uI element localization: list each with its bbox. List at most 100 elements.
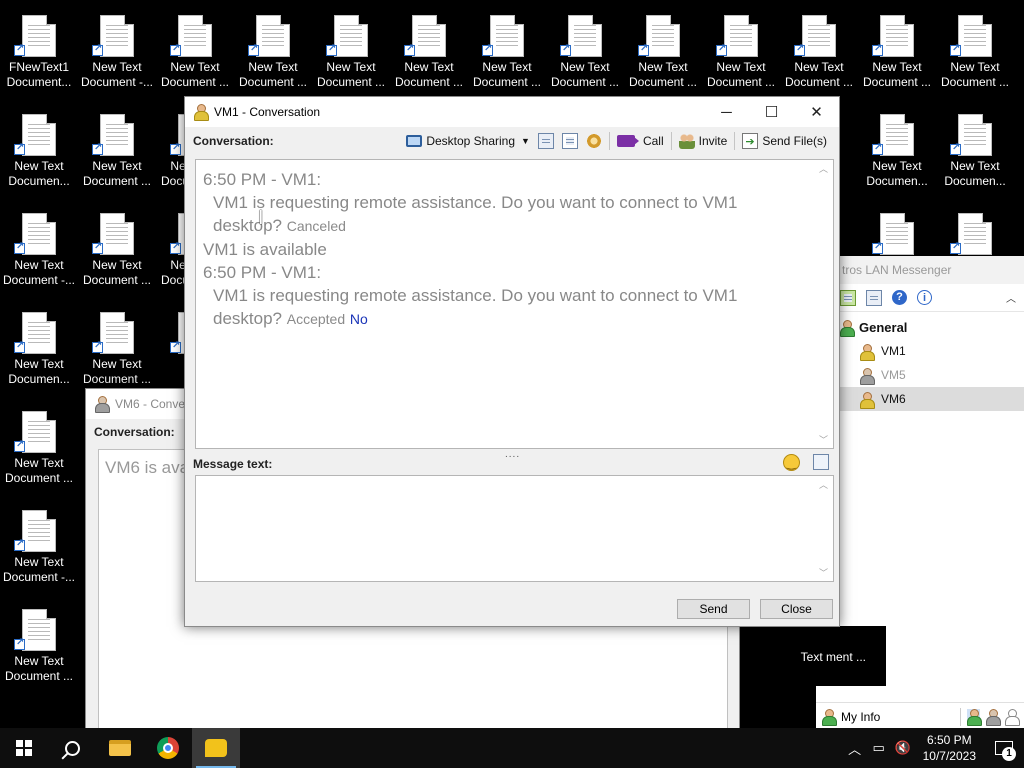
desktop-icon-text-document[interactable]: New Text Document ... (702, 5, 780, 101)
desktop-icon-label: New Text Document ... (4, 654, 74, 683)
contact-group-general[interactable]: General (816, 312, 1024, 337)
contact-vm6[interactable]: VM6 (816, 387, 1024, 411)
shortcut-arrow-icon (14, 538, 25, 551)
desktop-icon-text-document[interactable]: New Text Document -... (0, 203, 78, 299)
add-contact-icon[interactable] (840, 289, 856, 306)
volume-muted-icon[interactable]: 🔇 (891, 740, 915, 756)
start-button[interactable] (0, 728, 48, 768)
minimize-button[interactable]: ─ (704, 97, 749, 127)
close-window-button[interactable]: ✕ (794, 97, 839, 127)
contact-name: VM6 (881, 392, 906, 406)
desktop-sharing-button[interactable]: Desktop Sharing ▼ (402, 130, 534, 152)
contact-vm5[interactable]: VM5 (816, 363, 1024, 387)
desktop-icon-text-document[interactable]: New Text Document ... (234, 5, 312, 101)
smiley-icon[interactable] (783, 454, 800, 471)
contact-online-icon (860, 391, 875, 409)
contact-vm1[interactable]: VM1 (816, 339, 1024, 363)
send-button[interactable]: Send (677, 599, 750, 619)
desktop-icon-text-document[interactable]: New Text Documen... (936, 104, 1014, 200)
status-busy-icon[interactable] (986, 709, 1001, 726)
desktop-icon-text-document[interactable]: New Text Document ... (312, 5, 390, 101)
desktop-icon-text-document[interactable]: FNewText1 Document... (0, 5, 78, 101)
my-info-button[interactable]: My Info (841, 710, 880, 724)
message-input[interactable]: ︿ ﹀ (195, 475, 834, 582)
partial-icon-label: Text ment ... (800, 650, 866, 664)
desktop-icon-text-document[interactable]: New Text Document ... (780, 5, 858, 101)
conversation-label: Conversation: (193, 134, 274, 148)
no-link[interactable]: No (350, 311, 368, 327)
invite-button[interactable]: Invite (675, 130, 732, 152)
notifications-button[interactable]: 1 (984, 728, 1024, 768)
network-icon[interactable]: ▭ (867, 740, 891, 756)
vm1-conversation-window[interactable]: VM1 - Conversation ─ ☐ ✕ Conversation: D… (184, 96, 840, 627)
desktop-icon-text-document[interactable]: New Text Document -... (78, 5, 156, 101)
search-button[interactable] (48, 728, 96, 768)
message-scrollbar[interactable]: ︿ ﹀ (816, 476, 833, 581)
shortcut-arrow-icon (14, 439, 25, 452)
close-button[interactable]: Close (760, 599, 833, 619)
chrome-button[interactable] (144, 728, 192, 768)
desktop-icon-text-document[interactable]: New Text Document ... (0, 401, 78, 497)
contact-offline-icon (860, 367, 875, 385)
gear-icon (585, 133, 602, 149)
desktop-icon-text-document[interactable]: New Text Document ... (858, 5, 936, 101)
lan-messenger-taskbar-button[interactable] (192, 728, 240, 768)
desktop-icon-text-document[interactable]: New Text Documen... (0, 104, 78, 200)
status-available-icon[interactable] (967, 709, 982, 726)
desktop-icon-text-document[interactable]: New Text Document -... (0, 500, 78, 596)
scroll-down-icon[interactable]: ﹀ (819, 566, 828, 579)
history-button[interactable] (534, 130, 558, 152)
messenger-titlebar[interactable]: tros LAN Messenger (816, 256, 1024, 284)
conversation-view[interactable]: 6:50 PM - VM1: VM1 is requesting remote … (195, 159, 834, 449)
contact-icon (194, 104, 209, 121)
desktop-icon-text-document[interactable]: New Text Document ... (0, 599, 78, 695)
scroll-down-icon[interactable]: ﹀ (819, 433, 828, 446)
scroll-up-icon[interactable]: ︿ (819, 162, 828, 175)
desktop-icon-text-document[interactable]: New Text Document ... (78, 104, 156, 200)
shortcut-arrow-icon (92, 340, 103, 353)
desktop-icon-label: New Text Document ... (82, 258, 152, 287)
text-document-icon (646, 15, 680, 57)
desktop-icon-text-document[interactable]: New Text Document ... (936, 5, 1014, 101)
request-status: Canceled (286, 218, 346, 234)
folder-icon (109, 740, 131, 756)
lan-messenger-window[interactable]: tros LAN Messenger ? i ︿ General VM1 VM5… (801, 256, 1024, 730)
collapse-icon[interactable]: ︿ (1006, 290, 1016, 305)
text-document-icon (724, 15, 758, 57)
text-document-icon (568, 15, 602, 57)
status-away-icon[interactable] (1005, 709, 1020, 726)
windows-logo-icon (16, 740, 32, 756)
history-icon[interactable] (866, 289, 882, 306)
clock[interactable]: 6:50 PM 10/7/2023 (915, 732, 984, 764)
settings-button[interactable] (582, 130, 606, 152)
send-files-button[interactable]: Send File(s) (738, 130, 831, 152)
text-document-icon (22, 411, 56, 453)
desktop-icon-text-document[interactable]: New Text Document ... (546, 5, 624, 101)
desktop-icon-text-document[interactable]: New Text Document ... (78, 203, 156, 299)
contact-name: VM5 (881, 368, 906, 382)
transfers-button[interactable] (558, 130, 582, 152)
desktop-icon-label: New Text Documen... (866, 159, 928, 188)
desktop-icon-text-document[interactable]: New Text Documen... (0, 302, 78, 398)
desktop-icon-text-document[interactable]: New Text Document ... (390, 5, 468, 101)
desktop-icon-text-document[interactable]: New Text Document ... (468, 5, 546, 101)
scroll-up-icon[interactable]: ︿ (819, 478, 828, 491)
desktop-icon-text-document[interactable]: New Text Document ... (624, 5, 702, 101)
file-explorer-button[interactable] (96, 728, 144, 768)
chevron-up-icon[interactable]: ︿ (843, 739, 867, 758)
desktop-icon-label: New Text Document -... (80, 60, 154, 89)
conversation-scrollbar[interactable]: ︿ ﹀ (816, 160, 833, 448)
font-format-icon[interactable] (813, 454, 829, 470)
desktop-icon-text-document[interactable]: New Text Document ... (156, 5, 234, 101)
maximize-button[interactable]: ☐ (749, 97, 794, 127)
monitor-icon (406, 135, 423, 147)
vm6-window-title: VM6 - Conve (115, 397, 186, 411)
desktop-icon-text-document[interactable]: New Text Documen... (858, 104, 936, 200)
info-icon[interactable]: i (917, 290, 932, 305)
help-icon[interactable]: ? (892, 290, 907, 305)
desktop-icon-text-document[interactable]: New Text Document ... (78, 302, 156, 398)
conversation-titlebar[interactable]: VM1 - Conversation ─ ☐ ✕ (185, 97, 839, 127)
splitter-handle[interactable]: .... (505, 449, 520, 460)
call-button[interactable]: Call (613, 130, 668, 152)
text-document-icon (178, 15, 212, 57)
